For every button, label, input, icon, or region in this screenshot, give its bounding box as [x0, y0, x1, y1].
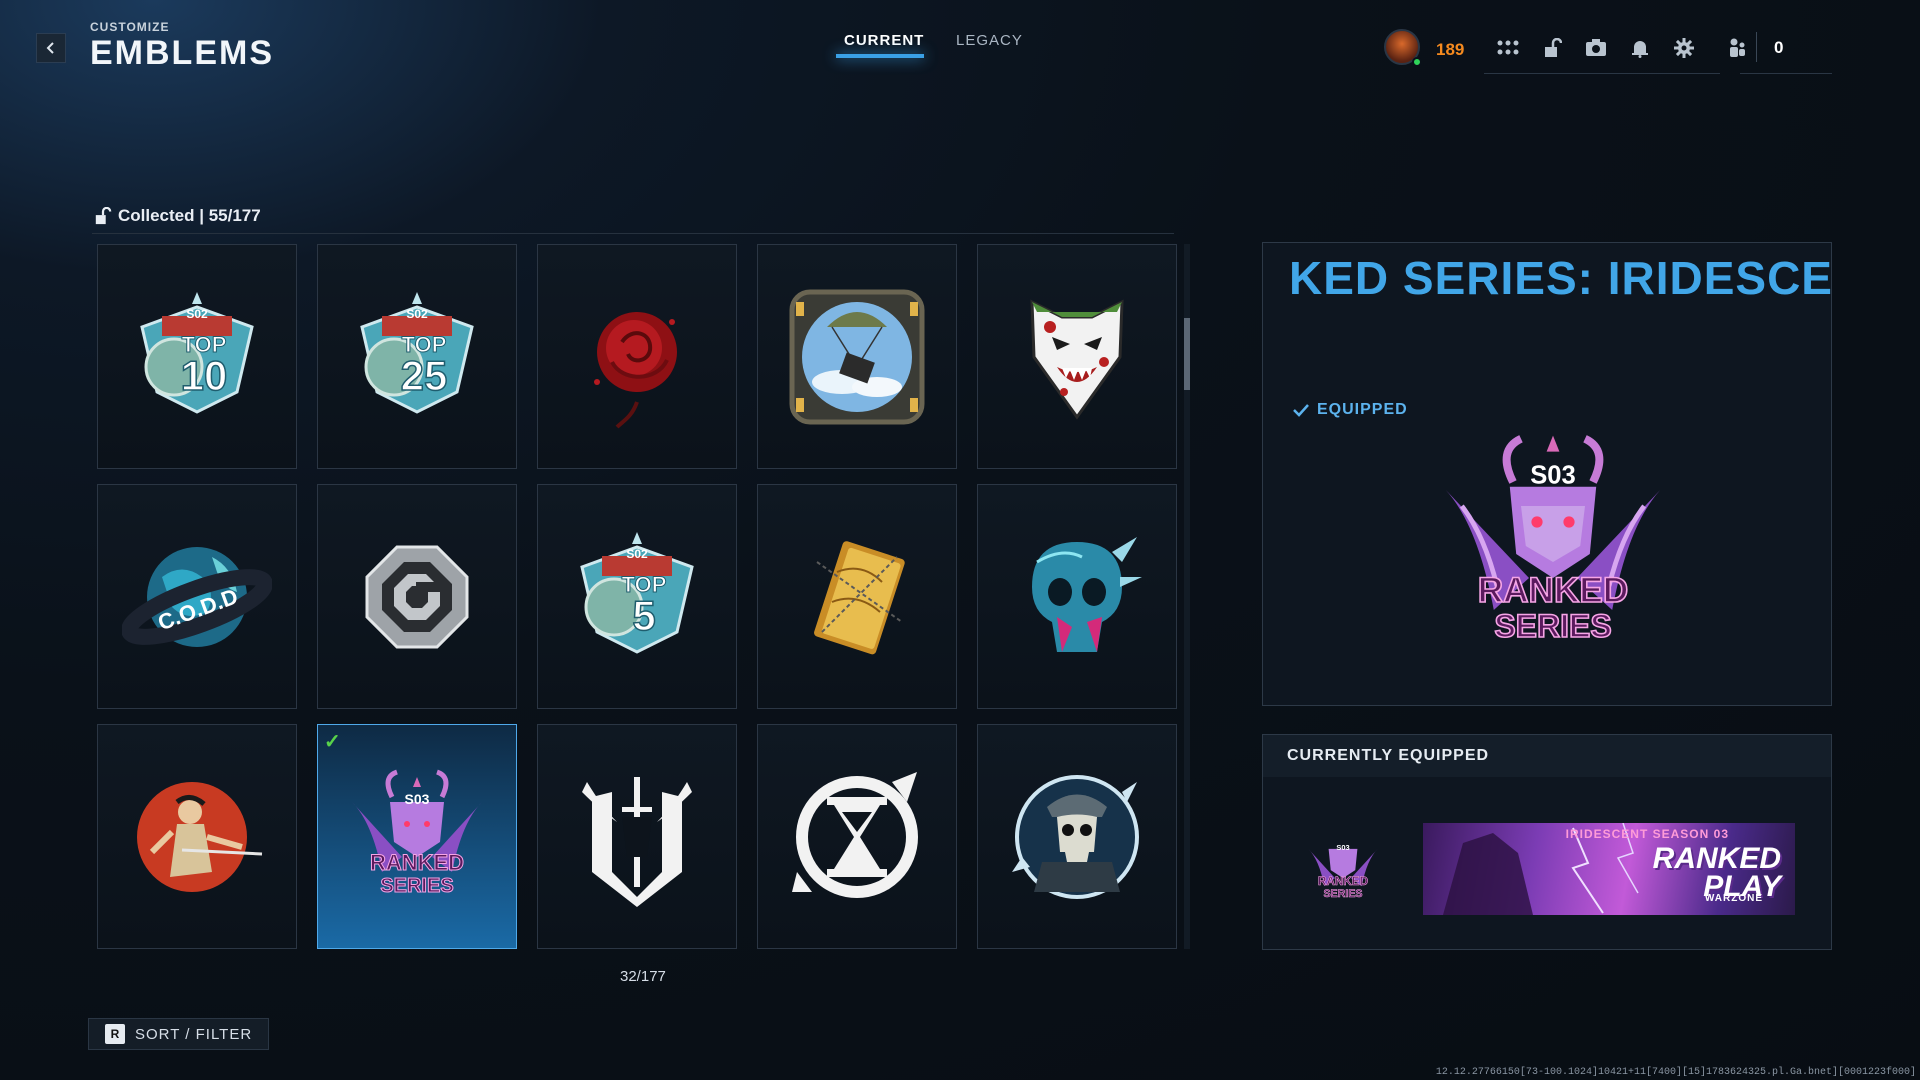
svg-text:5: 5	[632, 592, 655, 639]
tab-current[interactable]: CURRENT	[844, 32, 924, 49]
svg-text:S03: S03	[1530, 462, 1576, 490]
emblem-s02-top5[interactable]: S02 TOP 5	[537, 484, 737, 709]
currently-equipped-panel: CURRENTLY EQUIPPED S03 RANKED SERIES IRI…	[1262, 734, 1832, 950]
grid-scrollbar-thumb[interactable]	[1184, 318, 1190, 390]
lock-icon[interactable]	[1540, 36, 1564, 60]
wolf-head-icon	[1030, 299, 1124, 420]
red-rose-icon	[594, 311, 677, 428]
emblem-s02-top10[interactable]: S02 TOP 10	[97, 244, 297, 469]
emblem-detail-panel: KED SERIES: IRIDESCENT EQUIPPED S03 RANK…	[1262, 242, 1832, 706]
globe-icon: C.O.D.D	[122, 546, 272, 647]
svg-text:25: 25	[401, 352, 448, 399]
s02-top10-shield-icon: S02 TOP 10	[140, 291, 254, 414]
header-separator	[1756, 32, 1757, 62]
emblem-crystal-skull[interactable]	[977, 484, 1177, 709]
equipped-calling-card[interactable]: IRIDESCENT SEASON 03 RANKED PLAY WARZONE	[1423, 823, 1795, 915]
check-icon	[1293, 404, 1309, 417]
banner-footer: WARZONE	[1704, 893, 1763, 904]
gold-book-icon	[814, 540, 905, 654]
samurai-icon	[137, 781, 263, 892]
tab-current-indicator	[836, 54, 924, 58]
emblem-s02-top25[interactable]: S02 TOP 25	[317, 244, 517, 469]
currently-equipped-header: CURRENTLY EQUIPPED	[1263, 735, 1831, 777]
page-title: EMBLEMS	[90, 34, 274, 72]
s02-top25-shield-icon: S02 TOP 25	[360, 291, 474, 414]
equipped-label: EQUIPPED	[1317, 401, 1408, 418]
gear-icon[interactable]	[1672, 36, 1696, 60]
collected-counter: Collected | 55/177	[94, 206, 261, 226]
player-level: 189	[1436, 40, 1465, 59]
ranked-series-icon: S03 RANKED SERIES	[352, 769, 482, 897]
banner-title-line1: RANKED	[1652, 842, 1781, 875]
crystal-skull-icon	[1032, 536, 1142, 652]
svg-text:S03: S03	[1336, 843, 1349, 852]
tab-legacy[interactable]: LEGACY	[956, 32, 1023, 49]
bell-icon[interactable]	[1628, 36, 1652, 60]
banner-subtitle: IRIDESCENT SEASON 03	[1565, 827, 1729, 841]
svg-text:RANKED: RANKED	[370, 850, 464, 875]
sort-filter-label: SORT / FILTER	[135, 1025, 253, 1043]
page-count: 32/177	[620, 968, 666, 985]
svg-text:SERIES: SERIES	[1494, 608, 1611, 644]
svg-text:RANKED: RANKED	[1478, 571, 1629, 610]
emblem-gold-book[interactable]	[757, 484, 957, 709]
collected-divider	[92, 233, 1174, 234]
emblem-red-rose[interactable]	[537, 244, 737, 469]
hourglass-icon	[792, 771, 918, 898]
party-count: 0	[1774, 38, 1784, 57]
svg-text:S03: S03	[405, 791, 430, 807]
svg-text:SERIES: SERIES	[1323, 888, 1362, 900]
emblem-hourglass[interactable]	[757, 724, 957, 949]
ranked-series-preview-icon: S03 RANKED SERIES	[1445, 435, 1661, 645]
page-subtitle: CUSTOMIZE	[90, 20, 170, 34]
s02-top5-shield-icon: S02 TOP 5	[580, 531, 694, 654]
equipped-status: EQUIPPED	[1293, 401, 1408, 419]
emblem-codd-globe[interactable]: C.O.D.D	[97, 484, 297, 709]
collected-label: Collected | 55/177	[118, 206, 261, 225]
svg-text:RANKED: RANKED	[1318, 875, 1368, 888]
skull-soldier-icon	[1012, 774, 1139, 899]
octagon-logo-icon	[365, 545, 469, 648]
build-info: 12.12.27766150[73-100.1024]10421+11[7400…	[1435, 1067, 1916, 1078]
svg-text:SERIES: SERIES	[380, 875, 453, 897]
emblem-octagon-logo[interactable]	[317, 484, 517, 709]
online-status-dot	[1412, 57, 1422, 67]
parachute-crate-icon	[789, 289, 925, 424]
sort-filter-button[interactable]: R SORT / FILTER	[88, 1018, 270, 1050]
emblem-bloody-wolf[interactable]	[977, 244, 1177, 469]
emblem-supply-drop[interactable]	[757, 244, 957, 469]
emblem-detail-title: KED SERIES: IRIDESCENT	[1289, 252, 1832, 304]
emblem-samurai-sun[interactable]	[97, 724, 297, 949]
equipped-check-icon: ✓	[324, 731, 341, 753]
emblem-skull-soldier[interactable]	[977, 724, 1177, 949]
emblem-grid: S02 TOP 10 S02 TOP 25 C.O.D.D S02 TOP 5 …	[97, 244, 1177, 949]
equipped-emblem-icon[interactable]: S03 RANKED SERIES	[1303, 825, 1383, 910]
svg-text:S02: S02	[186, 307, 208, 321]
svg-text:S02: S02	[626, 547, 648, 561]
camera-icon[interactable]	[1584, 36, 1608, 60]
emblem-s03-ranked-series[interactable]: ✓ S03 RANKED SERIES	[317, 724, 517, 949]
r-key-icon: R	[105, 1024, 125, 1044]
header-divider-right	[1740, 73, 1832, 74]
chevron-left-icon	[46, 42, 54, 54]
header-divider	[1484, 73, 1720, 74]
party-icon[interactable]	[1726, 36, 1750, 60]
back-button[interactable]	[36, 33, 66, 63]
currently-equipped-label: CURRENTLY EQUIPPED	[1287, 747, 1490, 764]
svg-text:S02: S02	[406, 307, 428, 321]
emblem-winged-sword[interactable]	[537, 724, 737, 949]
grid-menu-icon[interactable]	[1496, 36, 1520, 60]
winged-sword-icon	[582, 776, 692, 907]
unlock-icon	[95, 207, 112, 225]
svg-text:10: 10	[181, 352, 228, 399]
